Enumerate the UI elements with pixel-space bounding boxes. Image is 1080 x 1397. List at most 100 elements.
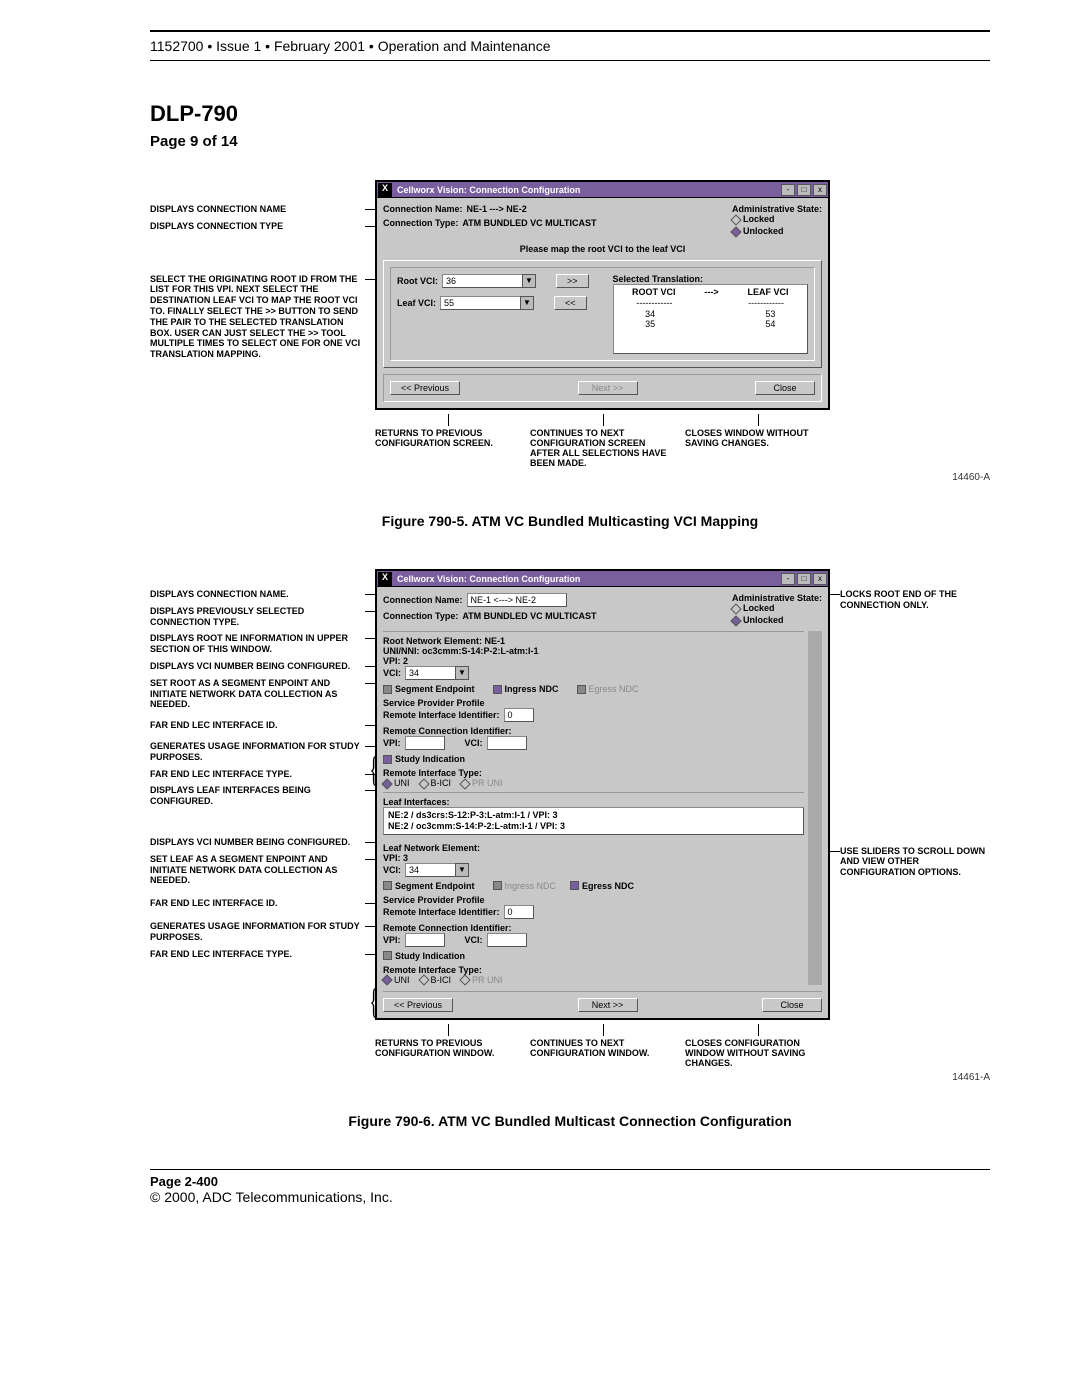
translation-value: 53 [765, 309, 775, 320]
rci-vci-field[interactable] [487, 736, 527, 750]
pruni-radio: PR UNI [472, 975, 503, 985]
window-menu-icon[interactable]: X [378, 183, 392, 197]
doc-title: DLP-790 [150, 101, 990, 127]
leaf-vci-select[interactable]: 55 ▼ [440, 296, 534, 310]
close-icon[interactable]: x [813, 184, 827, 196]
figure-caption: Figure 790-5. ATM VC Bundled Multicastin… [150, 513, 990, 529]
chevron-down-icon[interactable]: ▼ [455, 666, 469, 680]
checkbox-icon[interactable] [570, 881, 579, 890]
close-icon[interactable]: x [813, 573, 827, 585]
close-button[interactable]: Close [755, 381, 815, 395]
radio-icon[interactable] [459, 778, 470, 789]
rci-vpi-field[interactable] [405, 933, 445, 947]
root-ne-text: Root Network Element: NE-1 [383, 636, 804, 646]
root-vpi-text: VPI: 2 [383, 656, 804, 666]
radio-icon[interactable] [459, 975, 470, 986]
radio-icon[interactable] [381, 975, 392, 986]
root-vci-select[interactable]: 34 ▼ [405, 666, 469, 680]
leaf-if-label: Leaf Interfaces: [383, 797, 804, 807]
previous-button[interactable]: << Previous [390, 381, 460, 395]
chevron-down-icon[interactable]: ▼ [455, 863, 469, 877]
rci-vpi-label: VPI: [383, 935, 401, 945]
segment-endpoint-check: Segment Endpoint [395, 881, 475, 891]
copyright: © 2000, ADC Telecommunications, Inc. [150, 1189, 990, 1205]
translation-value: 54 [765, 319, 775, 330]
rci-label: Remote Connection Identifier: [383, 726, 804, 736]
callout: SET LEAF AS A SEGMENT ENPOINT AND INITIA… [150, 854, 365, 886]
rii-label: Remote Interface Identifier: [383, 710, 500, 720]
conn-type-label: Connection Type: [383, 611, 458, 621]
checkbox-icon[interactable] [383, 951, 392, 960]
conn-type-value: ATM BUNDLED VC MULTICAST [462, 218, 596, 228]
maximize-icon[interactable]: □ [797, 573, 811, 585]
close-button[interactable]: Close [762, 998, 822, 1012]
translation-value: 35 [645, 319, 655, 330]
egress-ndc-check: Egress NDC [589, 684, 639, 694]
figure-caption: Figure 790-6. ATM VC Bundled Multicast C… [150, 1113, 990, 1129]
radio-icon[interactable] [381, 778, 392, 789]
next-button[interactable]: Next >> [578, 998, 638, 1012]
unlocked-label: Unlocked [743, 226, 784, 236]
checkbox-icon[interactable] [383, 881, 392, 890]
callout-next: CONTINUES TO NEXT CONFIGURATION SCREEN A… [530, 414, 675, 468]
radio-icon[interactable] [730, 603, 741, 614]
spp-label: Service Provider Profile [383, 895, 804, 905]
previous-button[interactable]: << Previous [383, 998, 453, 1012]
translation-value: 34 [645, 309, 655, 320]
minimize-icon[interactable]: - [781, 573, 795, 585]
callout-previous: RETURNS TO PREVIOUS CONFIGURATION WINDOW… [375, 1024, 520, 1068]
unlocked-label: Unlocked [743, 615, 784, 625]
checkbox-icon[interactable] [577, 685, 586, 694]
ingress-ndc-check: Ingress NDC [505, 684, 559, 694]
radio-icon[interactable] [418, 778, 429, 789]
radio-icon[interactable] [730, 615, 741, 626]
callout: GENERATES USAGE INFORMATION FOR STUDY PU… [150, 741, 365, 763]
callout: DISPLAYS VCI NUMBER BEING CONFIGURED. [150, 837, 365, 848]
radio-icon[interactable] [730, 226, 741, 237]
uni-nni-text: UNI/NNI: oc3cmm:S-14:P-2:L-atm:I-1 [383, 646, 804, 656]
translation-listbox[interactable]: ROOT VCI ---> LEAF VCI ------------ ----… [613, 284, 809, 354]
checkbox-icon[interactable] [493, 881, 502, 890]
header-text: 1152700 • Issue 1 • February 2001 • Oper… [150, 38, 990, 54]
rci-label: Remote Connection Identifier: [383, 923, 804, 933]
rci-vci-field[interactable] [487, 933, 527, 947]
window-conn-config: X Cellworx Vision: Connection Configurat… [375, 569, 830, 1020]
rci-vpi-field[interactable] [405, 736, 445, 750]
locked-label: Locked [743, 214, 775, 224]
leaf-if-listbox[interactable]: NE:2 / ds3crs:S-12:P-3:L-atm:I-1 / VPI: … [383, 807, 804, 835]
root-vci-select[interactable]: 36 ▼ [442, 274, 536, 288]
callout: SELECT THE ORIGINATING ROOT ID FROM THE … [150, 274, 365, 360]
callout: FAR END LEC INTERFACE ID. [150, 720, 365, 731]
radio-icon[interactable] [418, 975, 429, 986]
col-arrow: ---> [704, 287, 718, 298]
leaf-vci-label: Leaf VCI: [397, 298, 436, 308]
figure-number: 14460-A [150, 472, 990, 483]
checkbox-icon[interactable] [493, 685, 502, 694]
callout: USE SLIDERS TO SCROLL DOWN AND VIEW OTHE… [840, 846, 990, 878]
callout: DISPLAYS CONNECTION NAME [150, 204, 365, 215]
pruni-radio: PR UNI [472, 778, 503, 788]
rii-field[interactable]: 0 [504, 708, 534, 722]
maximize-icon[interactable]: □ [797, 184, 811, 196]
minimize-icon[interactable]: - [781, 184, 795, 196]
checkbox-icon[interactable] [383, 755, 392, 764]
leaf-vci-select[interactable]: 34 ▼ [405, 863, 469, 877]
rii-field[interactable]: 0 [504, 905, 534, 919]
root-vci-label: Root VCI: [397, 276, 438, 286]
map-left-button[interactable]: << [554, 296, 587, 310]
next-button[interactable]: Next >> [578, 381, 638, 395]
map-right-button[interactable]: >> [556, 274, 589, 288]
rci-vci-label: VCI: [465, 935, 483, 945]
rci-vpi-label: VPI: [383, 738, 401, 748]
chevron-down-icon[interactable]: ▼ [522, 274, 536, 288]
vci-label: VCI: [383, 668, 401, 678]
conn-type-value: ATM BUNDLED VC MULTICAST [462, 611, 596, 621]
bici-radio: B-ICI [431, 975, 452, 985]
radio-icon[interactable] [730, 214, 741, 225]
chevron-down-icon[interactable]: ▼ [520, 296, 534, 310]
conn-name-field[interactable]: NE-1 <---> NE-2 [467, 593, 567, 607]
window-menu-icon[interactable]: X [378, 572, 392, 586]
window-vci-mapping: X Cellworx Vision: Connection Configurat… [375, 180, 830, 410]
checkbox-icon[interactable] [383, 685, 392, 694]
callout-close: CLOSES CONFIGURATION WINDOW WITHOUT SAVI… [685, 1024, 830, 1068]
